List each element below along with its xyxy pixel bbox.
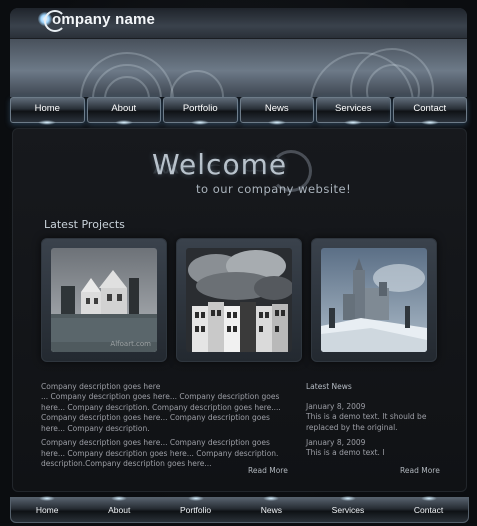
nav-item-about[interactable]: About [86,97,161,125]
photo-caption: Alfoart.com [110,340,151,348]
latest-news-heading: Latest News [306,382,352,391]
footer-item-contact[interactable]: Contact [414,496,443,515]
project-thumb-3[interactable] [311,238,437,362]
description-paragraph-1: ... Company description goes here... Com… [41,392,281,433]
page: ompany name Home About Portfolio News Se… [0,0,477,526]
footer-item-about[interactable]: About [108,496,130,515]
news-text-1: This is a demo text. It should be replac… [306,412,427,432]
news-date-2: January 8, 2009 [306,438,366,447]
nav-item-services[interactable]: Services [316,97,391,125]
footer-item-services[interactable]: Services [332,496,364,515]
nav-item-home[interactable]: Home [10,97,85,125]
news-text-2: This is a demo text. I [306,448,385,457]
description-heading: Company description goes here [41,382,161,391]
townhouses-photo-icon [186,248,292,352]
news-date-1: January 8, 2009 [306,402,366,411]
description-read-more-link[interactable]: Read More [248,466,288,475]
news-read-more-link[interactable]: Read More [400,466,440,475]
project-thumb-2[interactable] [176,238,302,362]
footer-item-home[interactable]: Home [36,496,59,515]
welcome-reflection: Welcome [152,161,288,176]
footer-item-news[interactable]: News [261,496,282,515]
project-thumb-1[interactable]: Alfoart.com [41,238,167,362]
footer-item-portfolio[interactable]: Portfolio [180,496,211,515]
footer-nav: Home About Portfolio News Services Conta… [10,496,469,523]
latest-projects-heading: Latest Projects [44,218,125,231]
castle-photo-icon [321,248,427,352]
nav-item-news[interactable]: News [239,97,314,125]
nav-item-portfolio[interactable]: Portfolio [163,97,238,125]
house-photo-icon: Alfoart.com [51,248,157,352]
welcome-subtitle: to our company website! [196,182,352,196]
main-nav: Home About Portfolio News Services Conta… [10,97,467,125]
nav-item-contact[interactable]: Contact [392,97,467,125]
logo-text[interactable]: ompany name [52,11,155,28]
description-paragraph-2: Company description goes here... Company… [41,438,279,468]
